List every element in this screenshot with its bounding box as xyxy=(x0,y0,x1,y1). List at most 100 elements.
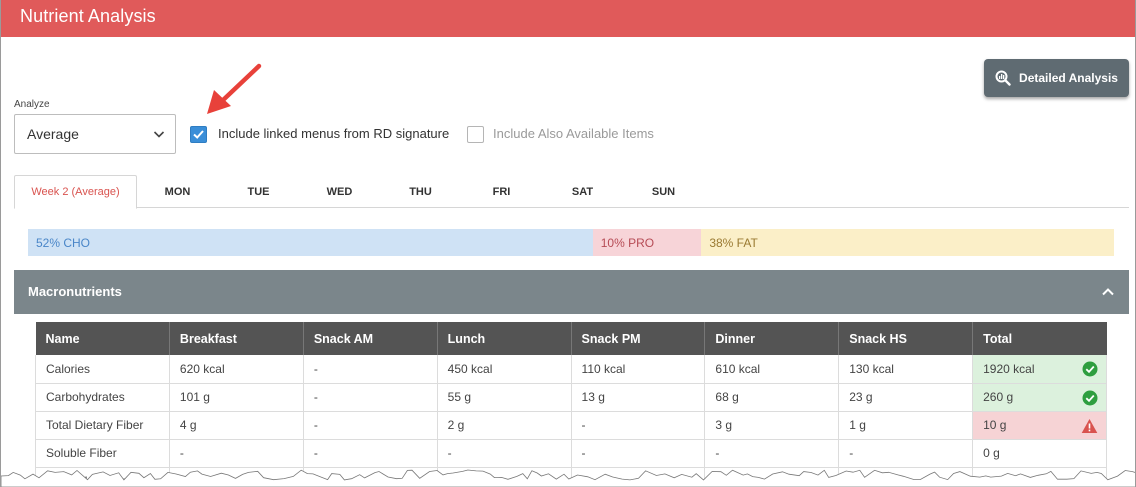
meal-value-cell: 620 kcal xyxy=(169,355,304,384)
include-available-checkbox[interactable] xyxy=(467,126,484,143)
column-header: Snack PM xyxy=(571,322,706,355)
cell-value: - xyxy=(715,446,720,460)
protein-segment: 10% PRO xyxy=(592,229,702,256)
cell-value: - xyxy=(313,418,318,432)
cell-value: 3 g xyxy=(715,418,733,432)
meal-value-cell: - xyxy=(303,439,438,468)
analyze-label: Analyze xyxy=(14,99,50,110)
tab-mon[interactable]: MON xyxy=(137,175,218,208)
include-available-label[interactable]: Include Also Available Items xyxy=(493,126,654,141)
meal-value-cell: 2 g xyxy=(437,411,572,440)
meal-value-cell: 55 g xyxy=(437,383,572,412)
check-circle-icon xyxy=(1082,390,1098,405)
table-header-row: Name Breakfast Snack AM Lunch Snack PM D… xyxy=(35,322,1107,355)
table-row: Soluble Fiber - - - - - - 0 g xyxy=(35,439,1107,468)
table-row: Carbohydrates 101 g - 55 g 13 g 68 g 23 g 260 g xyxy=(35,383,1107,412)
cell-value: 450 kcal xyxy=(447,361,493,376)
page-title: Nutrient Analysis xyxy=(20,6,156,26)
panel-title: Macronutrients xyxy=(28,284,122,299)
cell-value: 1 g xyxy=(849,418,866,432)
meal-value-cell: - xyxy=(571,411,706,440)
cell-value: 260 g xyxy=(983,390,1014,404)
cell-value: - xyxy=(581,446,586,460)
meal-value-cell: 450 kcal xyxy=(437,355,572,384)
cell-value: Carbohydrates xyxy=(46,390,125,404)
cell-value: - xyxy=(581,418,586,432)
meal-value-cell: - xyxy=(571,439,706,468)
cell-value: Calories xyxy=(46,361,91,376)
column-header: Snack HS xyxy=(838,322,974,355)
warning-icon xyxy=(1081,418,1098,433)
cell-value: 68 g xyxy=(715,390,739,404)
include-linked-label[interactable]: Include linked menus from RD signature xyxy=(218,126,449,141)
annotation-arrow-icon xyxy=(207,63,262,114)
tab-tue[interactable]: TUE xyxy=(218,175,299,208)
tab-wed[interactable]: WED xyxy=(299,175,380,208)
meal-value-cell: - xyxy=(303,383,438,412)
cell-value: 101 g xyxy=(179,390,210,404)
cell-value: 23 g xyxy=(849,390,873,404)
magnify-chart-icon xyxy=(995,70,1011,86)
column-header: Snack AM xyxy=(303,322,438,355)
cell-value: Soluble Fiber xyxy=(46,446,117,460)
cell-value: 620 kcal xyxy=(179,361,225,376)
meal-value-cell: - xyxy=(704,439,840,468)
meal-value-cell: - xyxy=(169,439,304,468)
meal-value-cell: - xyxy=(303,411,438,440)
cell-value: - xyxy=(179,446,184,460)
include-linked-checkbox[interactable] xyxy=(190,126,207,143)
column-header: Total xyxy=(972,322,1107,355)
column-header: Breakfast xyxy=(169,322,304,355)
total-cell: 0 g xyxy=(972,439,1107,468)
detailed-analysis-button[interactable]: Detailed Analysis xyxy=(984,59,1129,97)
macronutrients-panel-header[interactable]: Macronutrients xyxy=(14,270,1129,314)
meal-value-cell: 130 kcal xyxy=(838,355,974,384)
cell-value: - xyxy=(447,446,452,460)
tab-sat[interactable]: SAT xyxy=(542,175,623,208)
nutrient-name-cell: Soluble Fiber xyxy=(35,439,170,468)
nutrient-name-cell: Calories xyxy=(35,355,170,384)
cell-value: 2 g xyxy=(447,418,465,432)
column-header: Name xyxy=(35,322,170,355)
meal-value-cell: 3 g xyxy=(704,411,840,440)
meal-value-cell: 110 kcal xyxy=(571,355,706,384)
cell-value: - xyxy=(849,446,854,460)
fat-segment: 38% FAT xyxy=(701,229,1114,256)
table-row: Calories 620 kcal - 450 kcal 110 kcal 610 kca… xyxy=(35,355,1107,384)
nutrient-name-cell: Carbohydrates xyxy=(35,383,170,412)
cell-value: Total Dietary Fiber xyxy=(46,418,144,432)
tab-thu[interactable]: THU xyxy=(380,175,461,208)
macronutrients-table: Name Breakfast Snack AM Lunch Snack PM D… xyxy=(35,322,1107,487)
analyze-selected-value: Average xyxy=(27,126,79,142)
meal-value-cell: 101 g xyxy=(169,383,304,412)
meal-value-cell: - xyxy=(838,439,974,468)
total-cell: 1920 kcal xyxy=(972,355,1107,384)
page-header: Nutrient Analysis xyxy=(1,0,1135,37)
nutrient-name-cell: Total Dietary Fiber xyxy=(35,411,170,440)
chevron-up-icon[interactable] xyxy=(1101,285,1115,299)
cell-value: 110 kcal xyxy=(581,361,626,376)
column-header: Lunch xyxy=(437,322,572,355)
detailed-analysis-label: Detailed Analysis xyxy=(1019,71,1118,85)
tab-fri[interactable]: FRI xyxy=(461,175,542,208)
cell-value: - xyxy=(313,361,318,376)
cell-value: - xyxy=(313,390,318,404)
tab-sun[interactable]: SUN xyxy=(623,175,704,208)
meal-value-cell: 23 g xyxy=(838,383,974,412)
tab-week-average[interactable]: Week 2 (Average) xyxy=(14,175,137,209)
cell-value: 610 kcal xyxy=(715,361,761,376)
table-row: Total Dietary Fiber 4 g - 2 g - 3 g 1 g 10 g xyxy=(35,411,1107,440)
check-circle-icon xyxy=(1082,361,1098,377)
cell-value: - xyxy=(313,446,318,460)
cell-value: 10 g xyxy=(983,418,1007,432)
chevron-down-icon xyxy=(153,131,165,138)
cell-value: 0 g xyxy=(983,446,1000,460)
meal-value-cell: - xyxy=(303,355,438,384)
cell-value: 13 g xyxy=(581,390,605,404)
analyze-select[interactable]: Average xyxy=(14,114,176,154)
meal-value-cell: 13 g xyxy=(571,383,706,412)
total-cell: 10 g xyxy=(972,411,1107,440)
macro-distribution-bar: 52% CHO 10% PRO 38% FAT xyxy=(28,229,1114,256)
checkmark-icon xyxy=(193,130,204,139)
meal-value-cell: - xyxy=(437,439,572,468)
